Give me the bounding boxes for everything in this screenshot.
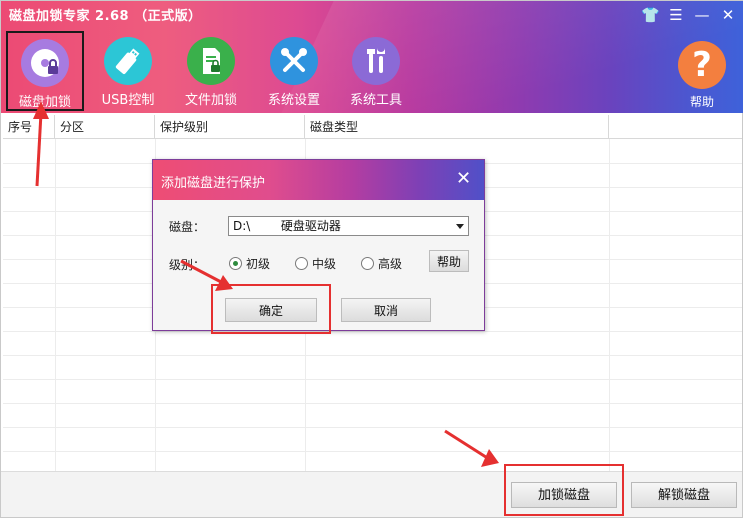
column-header-index[interactable]: 序号 [3, 115, 55, 139]
menu-icon[interactable]: ☰ [667, 7, 685, 23]
toolbar-label: 磁盘加锁 [18, 95, 71, 110]
cancel-button[interactable]: 取消 [341, 298, 431, 322]
disk-select-value: D:\ 硬盘驱动器 [233, 219, 341, 233]
window-title: 磁盘加锁专家 2.68 （正式版） [9, 9, 202, 24]
row-divider [3, 403, 742, 404]
dialog-close-icon[interactable]: ✕ [456, 170, 471, 188]
dialog-title: 添加磁盘进行保护 [161, 176, 266, 191]
level-label: 级别： [169, 258, 206, 272]
row-divider [3, 379, 742, 380]
minimize-icon[interactable]: — [693, 7, 711, 23]
app-window: 磁盘加锁专家 2.68 （正式版） 👕 ☰ — ✕ 磁盘加锁 USB控制 文件加… [0, 0, 743, 518]
table-header: 序号 分区 保护级别 磁盘类型 [3, 115, 742, 139]
level-radio-medium[interactable]: 中级 [295, 255, 336, 272]
row-divider [3, 355, 742, 356]
footer-bar: 加锁磁盘 解锁磁盘 [1, 471, 742, 517]
toolbar-label: 系统设置 [267, 93, 320, 108]
chevron-down-icon [456, 224, 464, 229]
level-radio-basic[interactable]: 初级 [229, 255, 270, 272]
toolbar-label: USB控制 [101, 93, 155, 108]
disk-label: 磁盘： [169, 220, 206, 234]
usb-drive-icon [104, 37, 152, 85]
toolbar-file-lock[interactable]: 文件加锁 [172, 31, 250, 111]
toolbar-system-settings[interactable]: 系统设置 [255, 31, 333, 111]
radio-label: 初级 [246, 257, 271, 271]
header-bar: 磁盘加锁专家 2.68 （正式版） 👕 ☰ — ✕ 磁盘加锁 USB控制 文件加… [1, 1, 743, 113]
ok-highlight-box [211, 284, 331, 334]
wrench-screwdriver-icon [352, 37, 400, 85]
radio-unselected-icon [361, 257, 374, 270]
column-header-protection-level[interactable]: 保护级别 [155, 115, 305, 139]
column-divider [609, 139, 610, 471]
help-icon: ? [678, 41, 726, 89]
unlock-disk-button[interactable]: 解锁磁盘 [631, 482, 737, 508]
help-label: 帮助 [689, 95, 714, 109]
radio-label: 中级 [312, 257, 337, 271]
toolbar-label: 文件加锁 [184, 93, 237, 108]
radio-unselected-icon [295, 257, 308, 270]
toolbar-label: 系统工具 [349, 93, 402, 108]
disk-lock-icon [21, 39, 69, 87]
toolbar-usb-control[interactable]: USB控制 [89, 31, 167, 111]
toolbar-disk-lock[interactable]: 磁盘加锁 [6, 31, 84, 111]
close-icon[interactable]: ✕ [719, 7, 737, 23]
lock-highlight-box [504, 464, 624, 516]
column-header-disk-type[interactable]: 磁盘类型 [305, 115, 609, 139]
tools-icon [270, 37, 318, 85]
row-divider [3, 427, 742, 428]
disk-select[interactable]: D:\ 硬盘驱动器 [228, 216, 469, 236]
radio-selected-icon [229, 257, 242, 270]
help-button[interactable]: ? 帮助 [669, 41, 735, 110]
file-lock-icon [187, 37, 235, 85]
toolbar-system-tools[interactable]: 系统工具 [337, 31, 415, 111]
column-header-partition[interactable]: 分区 [55, 115, 155, 139]
row-divider [3, 331, 742, 332]
dialog-help-button[interactable]: 帮助 [429, 250, 469, 272]
column-divider [55, 139, 56, 471]
level-radio-advanced[interactable]: 高级 [361, 255, 402, 272]
skin-icon[interactable]: 👕 [641, 7, 660, 23]
radio-label: 高级 [378, 257, 403, 271]
row-divider [3, 451, 742, 452]
dialog-header: 添加磁盘进行保护 ✕ [153, 160, 484, 200]
